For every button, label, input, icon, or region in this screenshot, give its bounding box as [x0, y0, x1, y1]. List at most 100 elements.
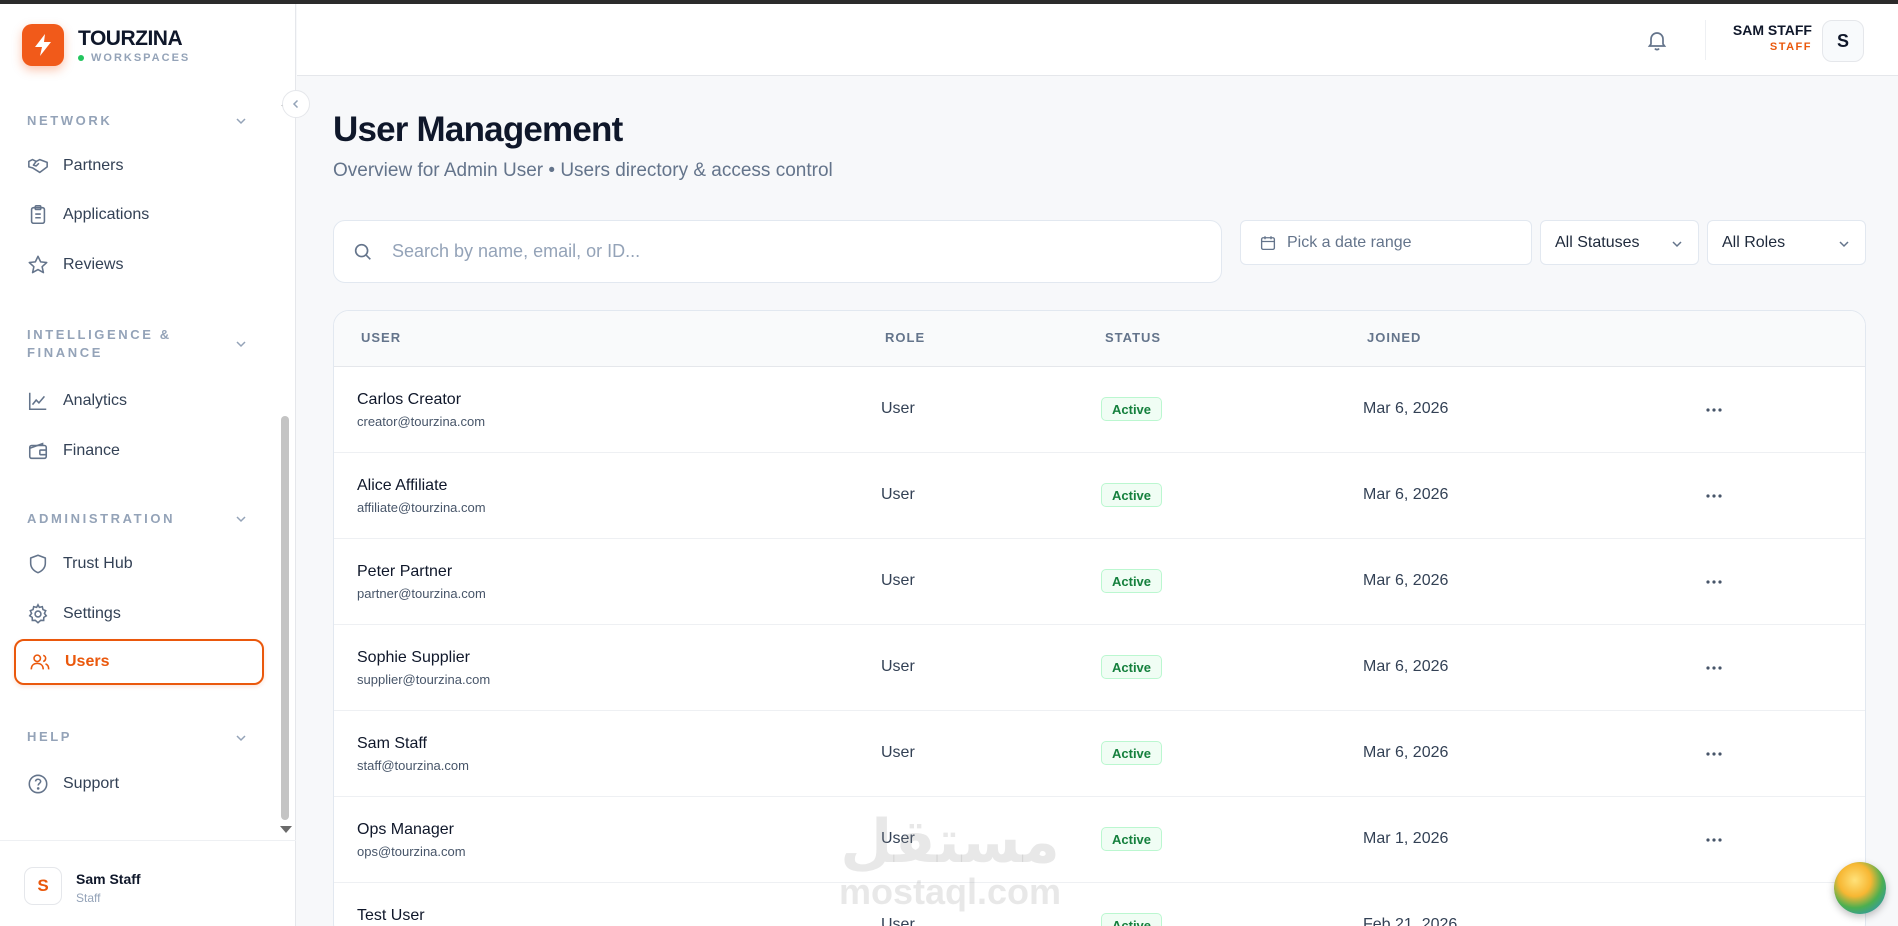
header-divider — [1705, 20, 1706, 60]
status-badge: Active — [1101, 827, 1163, 851]
role-cell: User — [881, 486, 915, 503]
joined-date-cell: Mar 6, 2026 — [1363, 486, 1449, 503]
users-icon — [29, 651, 51, 673]
role-cell: User — [881, 400, 915, 417]
row-actions-more-icon[interactable] — [1703, 830, 1725, 850]
user-name-cell: Test User — [357, 907, 425, 924]
chevron-down-icon — [1672, 241, 1682, 248]
header-avatar[interactable]: S — [1822, 20, 1864, 62]
date-range-picker[interactable]: Pick a date range — [1240, 220, 1532, 265]
role-cell: User — [881, 658, 915, 675]
table-row[interactable]: Peter Partner partner@tourzina.com User … — [334, 539, 1865, 625]
brand[interactable]: TOURZINA WORKSPACES — [22, 24, 190, 66]
role-filter-select[interactable]: All Roles — [1707, 220, 1866, 265]
handshake-icon — [27, 155, 49, 177]
brand-name: TOURZINA — [78, 26, 183, 50]
row-actions-more-icon[interactable] — [1703, 744, 1725, 764]
header-user-name: SAM STAFF — [1732, 22, 1812, 38]
scroll-down-arrow-icon[interactable] — [280, 826, 292, 833]
chevron-down-icon[interactable] — [234, 731, 248, 745]
gear-icon — [27, 603, 49, 625]
sidebar-item-finance[interactable]: Finance — [14, 428, 264, 474]
search-input[interactable] — [392, 241, 1212, 262]
joined-date-cell: Mar 1, 2026 — [1363, 830, 1449, 847]
joined-date-cell: Mar 6, 2026 — [1363, 658, 1449, 675]
user-name-cell: Alice Affiliate — [357, 477, 448, 494]
user-email-cell: ops@tourzina.com — [357, 844, 466, 859]
user-email-cell: supplier@tourzina.com — [357, 672, 491, 687]
user-email-cell: creator@tourzina.com — [357, 414, 486, 429]
status-badge: Active — [1101, 569, 1163, 593]
joined-date-cell: Mar 6, 2026 — [1363, 572, 1449, 589]
status-badge: Active — [1101, 741, 1163, 765]
role-cell: User — [881, 572, 915, 589]
sidebar-item-trust-hub[interactable]: Trust Hub — [14, 541, 264, 587]
page-subtitle: Overview for Admin User • Users director… — [333, 160, 833, 181]
user-email-cell: affiliate@tourzina.com — [357, 500, 486, 515]
bell-icon[interactable] — [1645, 28, 1669, 52]
star-icon — [27, 254, 49, 276]
section-intelligence-finance[interactable]: INTELLIGENCE & FINANCE — [27, 326, 172, 362]
sidebar-item-reviews[interactable]: Reviews — [14, 242, 264, 288]
chevron-down-icon[interactable] — [234, 114, 248, 128]
sidebar-item-partners[interactable]: Partners — [14, 143, 264, 189]
shield-icon — [27, 553, 49, 575]
column-header-user[interactable]: USER — [361, 330, 401, 345]
lightning-logo-icon — [22, 24, 64, 66]
user-name-cell: Sophie Supplier — [357, 649, 470, 666]
top-header: SAM STAFF STAFF S — [297, 4, 1898, 76]
chat-widget-bubble[interactable] — [1834, 862, 1886, 914]
clipboard-icon — [27, 204, 49, 226]
section-help[interactable]: HELP — [27, 728, 72, 746]
table-row[interactable]: Carlos Creator creator@tourzina.com User… — [334, 367, 1865, 453]
table-row[interactable]: Alice Affiliate affiliate@tourzina.com U… — [334, 453, 1865, 539]
search-icon — [354, 243, 371, 260]
column-header-joined[interactable]: JOINED — [1367, 330, 1421, 345]
column-header-role[interactable]: ROLE — [885, 330, 925, 345]
user-name-cell: Ops Manager — [357, 821, 454, 838]
status-dot-icon — [78, 54, 84, 61]
section-administration[interactable]: ADMINISTRATION — [27, 510, 175, 528]
sidebar-item-applications[interactable]: Applications — [14, 192, 264, 238]
row-actions-more-icon[interactable] — [1703, 572, 1725, 592]
sidebar-scrollbar[interactable] — [281, 416, 289, 820]
status-badge: Active — [1101, 483, 1163, 507]
sidebar-item-settings[interactable]: Settings — [14, 591, 264, 637]
table-row[interactable]: Test User User Active Feb 21, 2026 — [334, 883, 1865, 926]
sidebar-item-users[interactable]: Users — [14, 639, 264, 685]
table-row[interactable]: Ops Manager ops@tourzina.com User Active… — [334, 797, 1865, 883]
sidebar-item-analytics[interactable]: Analytics — [14, 378, 264, 424]
chevron-down-icon — [1839, 241, 1849, 248]
chevron-down-icon[interactable] — [234, 512, 248, 526]
row-actions-more-icon[interactable] — [1703, 486, 1725, 506]
user-email-cell: staff@tourzina.com — [357, 758, 469, 773]
help-circle-icon — [27, 773, 49, 795]
line-chart-icon — [27, 390, 49, 412]
header-user-role: STAFF — [1769, 41, 1812, 53]
row-actions-more-icon[interactable] — [1703, 400, 1725, 420]
user-name-cell: Peter Partner — [357, 563, 453, 580]
section-network[interactable]: NETWORK — [27, 112, 112, 130]
status-filter-select[interactable]: All Statuses — [1540, 220, 1699, 265]
collapse-sidebar-button[interactable] — [282, 90, 310, 118]
sidebar-user-card[interactable]: S Sam Staff Staff — [0, 840, 296, 926]
user-role: Staff — [76, 891, 101, 905]
user-name-cell: Carlos Creator — [357, 391, 462, 408]
sidebar-item-support[interactable]: Support — [14, 761, 264, 807]
page-title: User Management — [333, 110, 623, 149]
row-actions-more-icon[interactable] — [1703, 658, 1725, 678]
table-header: USER ROLE STATUS JOINED — [334, 311, 1865, 367]
date-range-placeholder: Pick a date range — [1287, 233, 1412, 251]
chevron-down-icon[interactable] — [234, 337, 248, 351]
table-row[interactable]: Sam Staff staff@tourzina.com User Active… — [334, 711, 1865, 797]
joined-date-cell: Feb 21, 2026 — [1363, 916, 1458, 926]
user-email-cell: partner@tourzina.com — [357, 586, 486, 601]
chevron-left-icon — [292, 99, 299, 109]
watermark: مستقل mostaql.com — [838, 807, 1062, 912]
column-header-status[interactable]: STATUS — [1105, 330, 1161, 345]
calendar-icon — [1260, 235, 1276, 250]
search-box[interactable] — [333, 220, 1222, 283]
status-badge: Active — [1101, 655, 1163, 679]
table-row[interactable]: Sophie Supplier supplier@tourzina.com Us… — [334, 625, 1865, 711]
status-badge: Active — [1101, 397, 1163, 421]
